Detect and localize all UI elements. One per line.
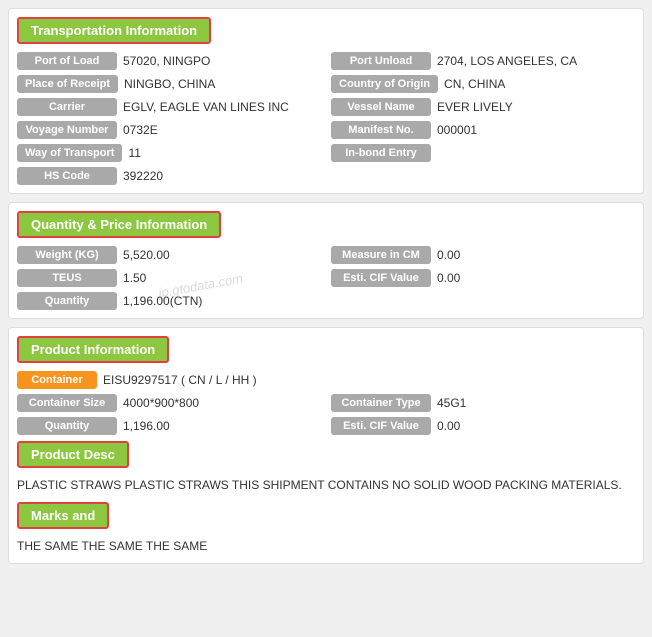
marks-text: THE SAME THE SAME THE SAME — [17, 537, 635, 555]
place-of-receipt-label: Place of Receipt — [17, 75, 118, 93]
product-quantity-label: Quantity — [17, 417, 117, 435]
port-of-load-value: 57020, NINGPO — [123, 54, 210, 68]
container-type-value: 45G1 — [437, 396, 466, 410]
container-size-row: Container Size 4000*900*800 — [17, 394, 321, 412]
product-desc-text: PLASTIC STRAWS PLASTIC STRAWS THIS SHIPM… — [17, 476, 635, 494]
vessel-name-row: Vessel Name EVER LIVELY — [331, 98, 635, 116]
place-of-receipt-row: Place of Receipt NINGBO, CHINA — [17, 75, 321, 93]
transportation-section: Transportation Information Port of Load … — [8, 8, 644, 194]
port-unload-label: Port Unload — [331, 52, 431, 70]
transportation-header: Transportation Information — [17, 17, 211, 44]
measure-cm-label: Measure in CM — [331, 246, 431, 264]
esti-cif-p-row: Esti. CIF Value 0.00 — [331, 417, 635, 435]
port-unload-row: Port Unload 2704, LOS ANGELES, CA — [331, 52, 635, 70]
voyage-number-value: 0732E — [123, 123, 158, 137]
place-of-receipt-value: NINGBO, CHINA — [124, 77, 215, 91]
vessel-name-value: EVER LIVELY — [437, 100, 513, 114]
country-of-origin-value: CN, CHINA — [444, 77, 505, 91]
esti-cif-q-label: Esti. CIF Value — [331, 269, 431, 287]
quantity-section: Quantity & Price Information Weight (KG)… — [8, 202, 644, 319]
manifest-no-row: Manifest No. 000001 — [331, 121, 635, 139]
in-bond-entry-row: In-bond Entry — [331, 144, 635, 162]
weight-value: 5,520.00 — [123, 248, 170, 262]
measure-cm-row: Measure in CM 0.00 — [331, 246, 635, 264]
weight-row: Weight (KG) 5,520.00 — [17, 246, 321, 264]
quantity-header: Quantity & Price Information — [17, 211, 221, 238]
esti-cif-q-value: 0.00 — [437, 271, 460, 285]
country-of-origin-row: Country of Origin CN, CHINA — [331, 75, 635, 93]
marks-header: Marks and — [17, 502, 109, 529]
hs-code-value: 392220 — [123, 169, 163, 183]
product-section: Product Information Container EISU929751… — [8, 327, 644, 564]
hs-code-row: HS Code 392220 — [17, 167, 321, 185]
port-unload-value: 2704, LOS ANGELES, CA — [437, 54, 577, 68]
port-of-load-label: Port of Load — [17, 52, 117, 70]
port-of-load-row: Port of Load 57020, NINGPO — [17, 52, 321, 70]
container-value: EISU9297517 ( CN / L / HH ) — [103, 373, 257, 387]
product-quantity-row: Quantity 1,196.00 — [17, 417, 321, 435]
measure-cm-value: 0.00 — [437, 248, 460, 262]
teus-label: TEUS — [17, 269, 117, 287]
container-row: Container EISU9297517 ( CN / L / HH ) — [17, 371, 635, 389]
teus-value: 1.50 — [123, 271, 146, 285]
esti-cif-p-label: Esti. CIF Value — [331, 417, 431, 435]
weight-label: Weight (KG) — [17, 246, 117, 264]
carrier-row: Carrier EGLV, EAGLE VAN LINES INC — [17, 98, 321, 116]
in-bond-entry-label: In-bond Entry — [331, 144, 431, 162]
container-badge: Container — [17, 371, 97, 389]
carrier-label: Carrier — [17, 98, 117, 116]
hs-code-label: HS Code — [17, 167, 117, 185]
manifest-no-label: Manifest No. — [331, 121, 431, 139]
product-desc-block: Product Desc PLASTIC STRAWS PLASTIC STRA… — [17, 441, 635, 494]
voyage-number-label: Voyage Number — [17, 121, 117, 139]
voyage-number-row: Voyage Number 0732E — [17, 121, 321, 139]
product-quantity-value: 1,196.00 — [123, 419, 170, 433]
quantity-value: 1,196.00(CTN) — [123, 294, 202, 308]
container-size-label: Container Size — [17, 394, 117, 412]
way-of-transport-value: 11 — [128, 146, 140, 160]
way-of-transport-label: Way of Transport — [17, 144, 122, 162]
country-of-origin-label: Country of Origin — [331, 75, 438, 93]
esti-cif-p-value: 0.00 — [437, 419, 460, 433]
marks-block: Marks and THE SAME THE SAME THE SAME — [17, 502, 635, 555]
quantity-label: Quantity — [17, 292, 117, 310]
container-type-row: Container Type 45G1 — [331, 394, 635, 412]
vessel-name-label: Vessel Name — [331, 98, 431, 116]
carrier-value: EGLV, EAGLE VAN LINES INC — [123, 100, 289, 114]
product-desc-header: Product Desc — [17, 441, 129, 468]
teus-row: TEUS 1.50 — [17, 269, 321, 287]
quantity-row: Quantity 1,196.00(CTN) — [17, 292, 321, 310]
esti-cif-q-row: Esti. CIF Value 0.00 — [331, 269, 635, 287]
way-of-transport-row: Way of Transport 11 — [17, 144, 321, 162]
manifest-no-value: 000001 — [437, 123, 477, 137]
container-size-value: 4000*900*800 — [123, 396, 199, 410]
container-type-label: Container Type — [331, 394, 431, 412]
product-header: Product Information — [17, 336, 169, 363]
